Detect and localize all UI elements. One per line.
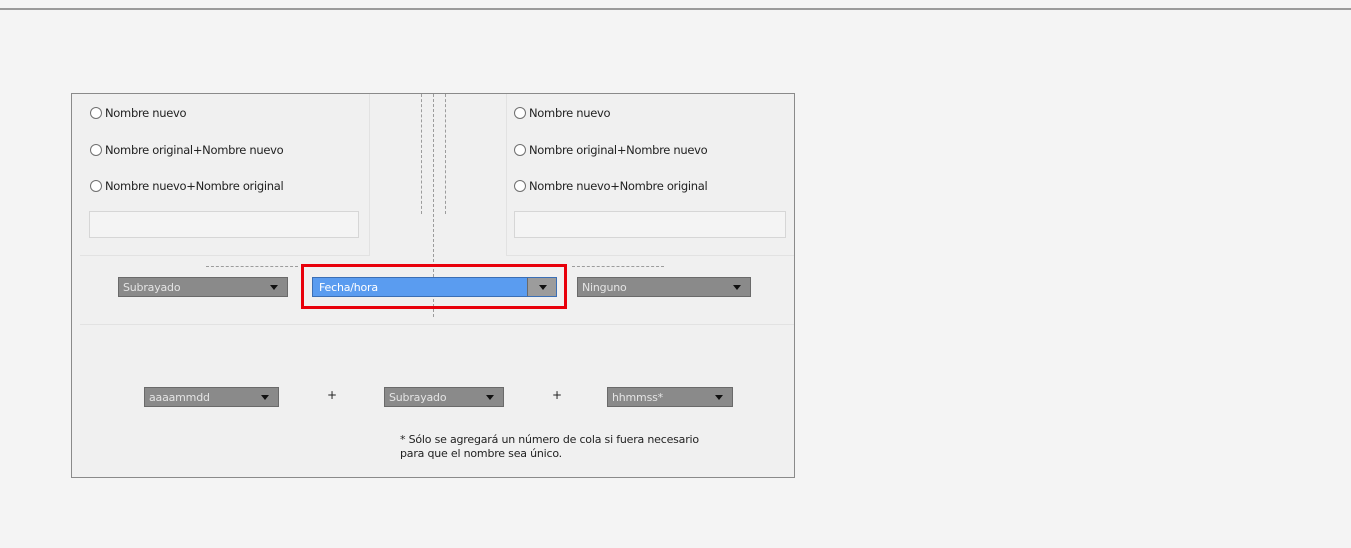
guide-line <box>445 94 446 214</box>
radio-circle[interactable] <box>514 107 526 119</box>
footnote-line: para que el nombre sea único. <box>400 447 562 460</box>
guide-line <box>572 266 664 267</box>
dropdown-value: hhmmss* <box>612 391 663 404</box>
radio-label: Nombre nuevo <box>529 106 611 120</box>
radio-circle[interactable] <box>90 180 102 192</box>
radio-left-original-plus-new[interactable]: Nombre original+Nombre nuevo <box>90 141 284 159</box>
footnote-line: * Sólo se agregará un número de cola si … <box>400 433 699 446</box>
section-divider <box>80 324 794 325</box>
radio-right-original-plus-new[interactable]: Nombre original+Nombre nuevo <box>514 141 708 159</box>
radio-left-new-name[interactable]: Nombre nuevo <box>90 104 187 122</box>
footnote: * Sólo se agregará un número de cola si … <box>400 433 699 461</box>
time-format-dropdown[interactable]: hhmmss* <box>607 387 733 407</box>
top-divider <box>0 8 1351 10</box>
rename-settings-panel: Nombre nuevo Nombre original+Nombre nuev… <box>71 93 795 478</box>
plus-sign: + <box>552 388 563 402</box>
radio-right-new-name[interactable]: Nombre nuevo <box>514 104 611 122</box>
separator-left-dropdown[interactable]: Subrayado <box>118 277 288 297</box>
chevron-down-icon[interactable] <box>270 285 278 290</box>
radio-right-new-plus-original[interactable]: Nombre nuevo+Nombre original <box>514 177 708 195</box>
dropdown-value: Ninguno <box>582 281 627 294</box>
radio-label: Nombre original+Nombre nuevo <box>105 143 284 157</box>
radio-left-new-plus-original[interactable]: Nombre nuevo+Nombre original <box>90 177 284 195</box>
separator-right-dropdown[interactable]: Ninguno <box>577 277 751 297</box>
radio-circle[interactable] <box>514 180 526 192</box>
dropdown-button[interactable] <box>527 278 556 296</box>
chevron-down-icon[interactable] <box>486 395 494 400</box>
dropdown-value: aaaammdd <box>149 391 210 404</box>
right-name-options: Nombre nuevo Nombre original+Nombre nuev… <box>506 94 794 256</box>
radio-label: Nombre nuevo+Nombre original <box>529 179 708 193</box>
left-name-input[interactable] <box>89 211 359 238</box>
guide-line <box>421 94 422 214</box>
dropdown-value: Fecha/hora <box>319 281 378 294</box>
radio-circle[interactable] <box>90 144 102 156</box>
chevron-down-icon[interactable] <box>733 285 741 290</box>
radio-label: Nombre nuevo <box>105 106 187 120</box>
dropdown-value: Subrayado <box>123 281 181 294</box>
right-name-input[interactable] <box>514 211 786 238</box>
radio-circle[interactable] <box>90 107 102 119</box>
plus-sign: + <box>327 388 338 402</box>
chevron-down-icon[interactable] <box>261 395 269 400</box>
left-name-options: Nombre nuevo Nombre original+Nombre nuev… <box>80 94 370 256</box>
separator-middle-dropdown[interactable]: Fecha/hora <box>312 277 557 297</box>
chevron-down-icon[interactable] <box>715 395 723 400</box>
separator-format-dropdown[interactable]: Subrayado <box>384 387 504 407</box>
chevron-down-icon[interactable] <box>539 285 547 290</box>
radio-circle[interactable] <box>514 144 526 156</box>
date-format-dropdown[interactable]: aaaammdd <box>144 387 279 407</box>
radio-label: Nombre nuevo+Nombre original <box>105 179 284 193</box>
guide-line <box>206 266 298 267</box>
dropdown-value: Subrayado <box>389 391 447 404</box>
radio-label: Nombre original+Nombre nuevo <box>529 143 708 157</box>
